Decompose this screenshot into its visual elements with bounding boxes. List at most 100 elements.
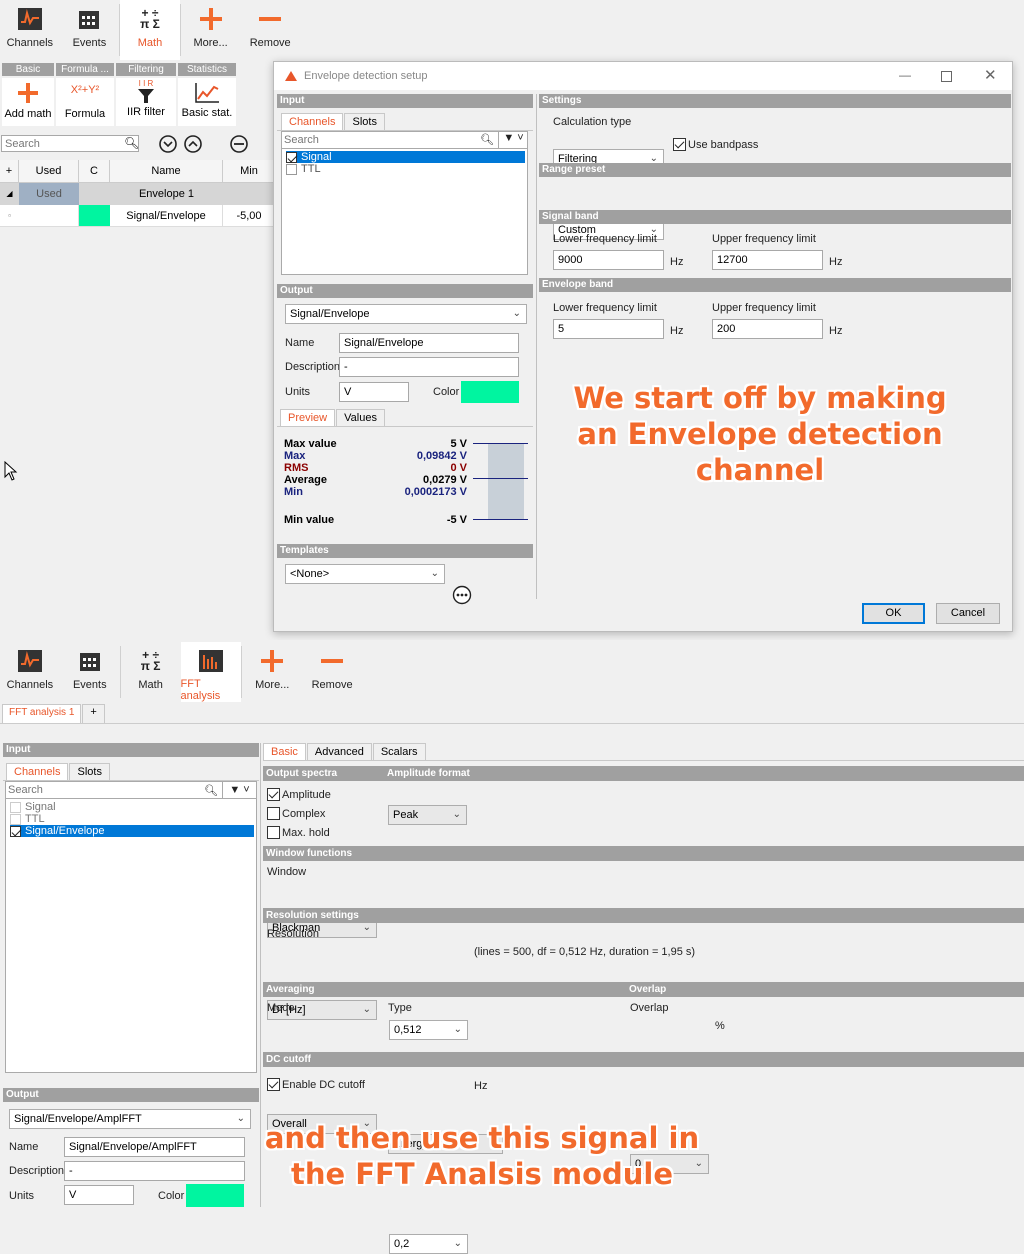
signal-lower-field[interactable]: 9000 (553, 250, 664, 270)
input-tabs: Channels Slots (277, 113, 533, 131)
dc-cutoff-select[interactable]: 0,2 ⌄ (389, 1234, 468, 1254)
tab-fft-analysis-1[interactable]: FFT analysis 1 (2, 704, 82, 723)
fft-search-input[interactable]: Search 🔍︎ ▼︎ ˅ (6, 782, 256, 799)
caption-line: the FFT Analsis module (290, 1157, 674, 1191)
signal-band-header: Signal band (539, 210, 1011, 224)
iir-filter-label: IIR filter (127, 106, 165, 118)
fft-input-tabs: Channels Slots (3, 763, 259, 781)
color-swatch[interactable] (461, 381, 519, 403)
filter-icon[interactable]: ▼︎ ˅ (498, 132, 528, 148)
add-tab-button[interactable]: + (82, 704, 105, 723)
row-color[interactable] (79, 205, 110, 226)
settings-header: Settings (539, 94, 1011, 108)
tab-basic[interactable]: Basic (263, 743, 306, 760)
output-select[interactable]: Signal/Envelope ⌄ (285, 304, 527, 324)
add-math-button[interactable]: Add math (2, 78, 54, 126)
formula-button[interactable]: X²+Y² Formula (56, 78, 114, 126)
bottom-ribbon: Channels Events + ÷ π Σ Math FFT analysis… (0, 642, 362, 702)
tab-channels[interactable]: Channels (281, 113, 344, 130)
checkbox-signal[interactable] (286, 151, 297, 163)
channels-button[interactable]: Channels (0, 0, 60, 60)
fft-description-field[interactable]: - (64, 1161, 245, 1181)
collapse-triangle-icon[interactable]: ◢ (0, 183, 19, 205)
minimize-icon[interactable]: — (899, 68, 911, 82)
formula-label: Formula (64, 108, 106, 120)
chevron-down-icon: ⌄ (452, 809, 461, 820)
iir-filter-button[interactable]: I I R IIR filter (116, 78, 176, 126)
tab-channels[interactable]: Channels (6, 763, 69, 780)
basic-stat-button[interactable]: Basic stat. (178, 78, 236, 126)
templates-header: Templates (277, 544, 533, 558)
name-field[interactable]: Signal/Envelope (339, 333, 519, 353)
template-select[interactable]: <None> ⌄ (285, 564, 445, 584)
search-icon[interactable]: 🔍︎ (480, 133, 494, 146)
chevron-down-icon (159, 135, 177, 153)
minus-icon (259, 17, 282, 21)
row-used[interactable] (19, 205, 79, 226)
resolution-value-select[interactable]: 0,512 ⌄ (389, 1020, 468, 1040)
dialog-search-input[interactable]: Search 🔍︎ ▼︎ ˅ (282, 132, 527, 149)
description-field[interactable]: - (339, 357, 519, 377)
tab-slots[interactable]: Slots (344, 113, 385, 130)
more-options-icon[interactable] (452, 585, 472, 605)
col-plus[interactable]: + (0, 160, 19, 182)
cancel-button[interactable]: Cancel (936, 603, 1000, 624)
collapse-all-icon[interactable] (229, 134, 249, 154)
col-used: Used (19, 160, 79, 182)
amplitude-checkbox[interactable]: Amplitude (267, 788, 331, 801)
more-button[interactable]: More... (181, 0, 241, 60)
tab-advanced[interactable]: Advanced (306, 743, 372, 760)
group-row[interactable]: ◢ Used Envelope 1 (0, 183, 275, 205)
amplitude-format-select[interactable]: Peak ⌄ (388, 805, 467, 825)
table-row[interactable]: ▫ Signal/Envelope -5,00 (0, 205, 275, 227)
checkbox-icon[interactable] (267, 807, 280, 820)
checkbox-icon[interactable] (267, 1078, 280, 1091)
signal-upper-field[interactable]: 12700 (712, 250, 823, 270)
list-item[interactable]: Signal/Envelope (10, 825, 254, 837)
checkbox-signal-envelope[interactable] (10, 825, 21, 837)
remove-button[interactable]: Remove (302, 642, 362, 702)
fft-color-swatch[interactable] (186, 1184, 244, 1207)
list-item[interactable]: Signal (10, 801, 254, 813)
list-item[interactable]: TTL (10, 813, 254, 825)
list-item[interactable]: TTL (286, 163, 525, 175)
enable-dc-cutoff-checkbox[interactable]: Enable DC cutoff (267, 1078, 365, 1091)
checkbox-icon[interactable] (267, 826, 280, 839)
fft-name-field[interactable]: Signal/Envelope/AmplFFT (64, 1137, 245, 1157)
channels-button[interactable]: Channels (0, 642, 60, 702)
search-icon[interactable]: 🔍︎ (204, 783, 218, 799)
tab-slots[interactable]: Slots (69, 763, 110, 780)
units-field[interactable]: V (339, 382, 409, 402)
dialog-search-placeholder: Search (284, 134, 319, 146)
fft-analysis-button[interactable]: FFT analysis (180, 642, 242, 702)
math-button[interactable]: + ÷ π Σ Math (120, 0, 180, 60)
max-hold-checkbox[interactable]: Max. hold (267, 826, 330, 839)
checkbox-ttl[interactable] (10, 813, 21, 825)
tab-scalars[interactable]: Scalars (372, 743, 426, 760)
ok-button[interactable]: OK (862, 603, 925, 624)
list-item[interactable]: Signal (286, 151, 525, 163)
fft-input-header: Input (3, 743, 259, 757)
envelope-lower-field[interactable]: 5 (553, 319, 664, 339)
filter-icon[interactable]: ▼︎ ˅ (222, 782, 256, 798)
checkbox-ttl[interactable] (286, 163, 297, 175)
events-button[interactable]: Events (60, 0, 120, 60)
checkbox-icon[interactable] (673, 138, 686, 151)
search-input[interactable]: Search (1, 135, 139, 152)
math-button[interactable]: + ÷ π Σ Math (121, 642, 181, 702)
complex-checkbox[interactable]: Complex (267, 807, 325, 820)
events-button[interactable]: Events (60, 642, 120, 702)
fft-output-select[interactable]: Signal/Envelope/AmplFFT ⌄ (9, 1109, 251, 1129)
maximize-icon[interactable] (941, 71, 952, 82)
more-button[interactable]: More... (242, 642, 302, 702)
units-label: Units (9, 1190, 35, 1202)
basic-stat-label: Basic stat. (181, 107, 233, 119)
close-icon[interactable]: ✕ (984, 66, 997, 84)
envelope-upper-field[interactable]: 200 (712, 319, 823, 339)
checkbox-icon[interactable] (267, 788, 280, 801)
checkbox-signal[interactable] (10, 801, 21, 813)
fft-units-field[interactable]: V (64, 1185, 134, 1205)
remove-button[interactable]: Remove (240, 0, 300, 60)
amplitude-format-value: Peak (393, 809, 419, 821)
use-bandpass-checkbox[interactable]: Use bandpass (673, 138, 758, 151)
